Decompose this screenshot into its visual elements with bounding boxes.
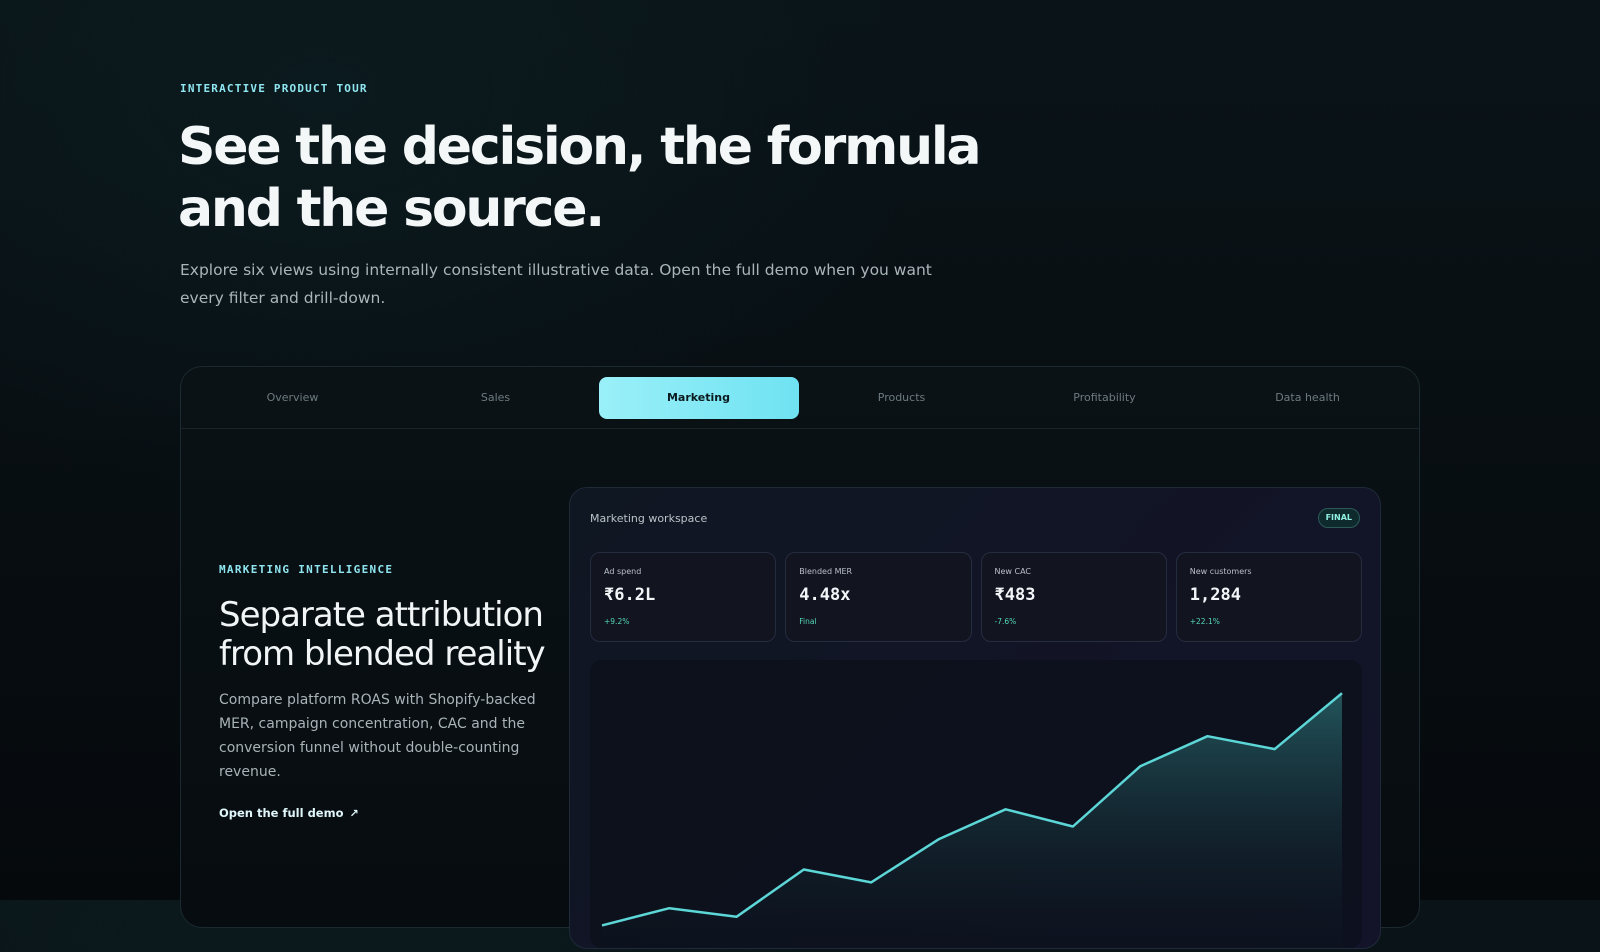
marketing-workspace-card: Marketing workspace FINAL Ad spend ₹6.2L… — [569, 487, 1381, 949]
hero-title: See the decision, the formula and the so… — [178, 116, 998, 240]
kpi-delta: -7.6% — [995, 617, 1017, 626]
tab-profitability[interactable]: Profitability — [1005, 377, 1205, 419]
section-eyebrow: MARKETING INTELLIGENCE — [219, 563, 549, 576]
trend-area — [602, 693, 1342, 948]
section-description: Compare platform ROAS with Shopify-backe… — [219, 688, 539, 784]
hero-subtitle: Explore six views using internally consi… — [180, 256, 940, 312]
arrow-up-right-icon: ↗ — [349, 807, 358, 820]
kpi-card-new-customers[interactable]: New customers 1,284 +22.1% — [1176, 552, 1362, 642]
kpi-delta: +9.2% — [604, 617, 629, 626]
kpi-row: Ad spend ₹6.2L +9.2% Blended MER 4.48x F… — [590, 552, 1362, 642]
open-full-demo-link[interactable]: Open the full demo ↗ — [219, 806, 359, 820]
kpi-card-blended-mer[interactable]: Blended MER 4.48x Final — [785, 552, 971, 642]
product-tour-panel: Overview Sales Marketing Products Profit… — [180, 366, 1420, 928]
kpi-value: ₹6.2L — [604, 585, 655, 605]
section-title: Separate attribution from blended realit… — [219, 596, 549, 674]
kpi-label: Blended MER — [799, 567, 852, 576]
tab-bar: Overview Sales Marketing Products Profit… — [181, 367, 1419, 429]
section-intro: MARKETING INTELLIGENCE Separate attribut… — [219, 563, 549, 821]
kpi-value: 1,284 — [1190, 585, 1241, 605]
tab-overview[interactable]: Overview — [193, 377, 393, 419]
open-full-demo-label: Open the full demo — [219, 806, 343, 820]
kpi-delta: +22.1% — [1190, 617, 1220, 626]
tab-products[interactable]: Products — [802, 377, 1002, 419]
tab-sales[interactable]: Sales — [396, 377, 596, 419]
hero-eyebrow: INTERACTIVE PRODUCT TOUR — [180, 82, 368, 95]
kpi-label: New CAC — [995, 567, 1032, 576]
kpi-card-new-cac[interactable]: New CAC ₹483 -7.6% — [981, 552, 1167, 642]
trend-chart-svg — [590, 660, 1362, 948]
tab-marketing[interactable]: Marketing — [599, 377, 799, 419]
kpi-label: New customers — [1190, 567, 1252, 576]
kpi-label: Ad spend — [604, 567, 641, 576]
kpi-card-ad-spend[interactable]: Ad spend ₹6.2L +9.2% — [590, 552, 776, 642]
kpi-delta: Final — [799, 617, 816, 626]
workspace-title: Marketing workspace — [590, 512, 707, 525]
kpi-value: 4.48x — [799, 585, 850, 605]
tab-data-health[interactable]: Data health — [1208, 377, 1408, 419]
marketing-trend-chart — [590, 660, 1362, 948]
status-badge: FINAL — [1318, 508, 1360, 528]
kpi-value: ₹483 — [995, 585, 1036, 605]
